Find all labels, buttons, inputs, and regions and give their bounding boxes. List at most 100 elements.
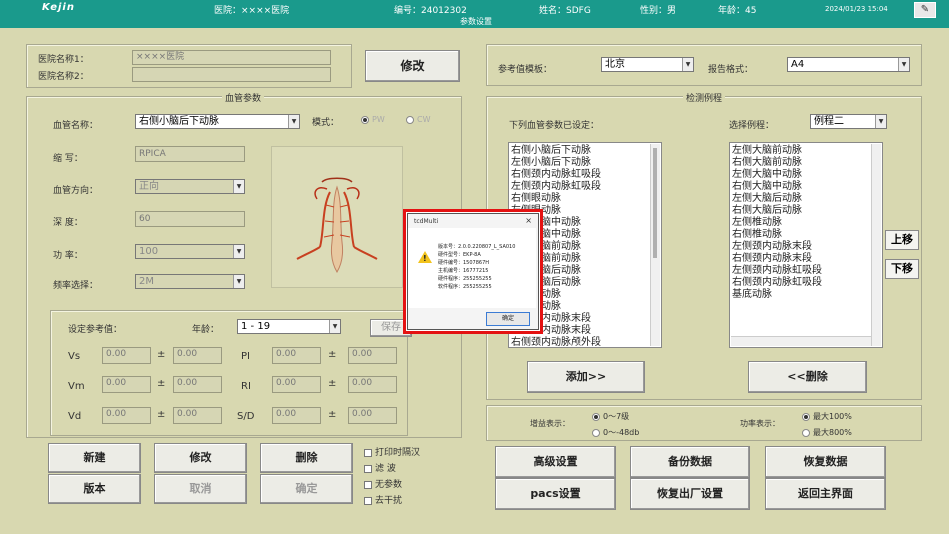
vd-max-field[interactable]: 0.00 <box>173 407 222 424</box>
mode-pw-radio[interactable]: PW <box>361 115 385 124</box>
list-item[interactable]: 左侧大脑前动脉 <box>732 145 882 157</box>
list-item[interactable]: 左侧颈内动脉末段 <box>732 241 882 253</box>
gain-level-radio[interactable]: 0～7级 <box>592 411 629 422</box>
save-button[interactable]: 保存 <box>370 319 412 337</box>
filter-checkbox[interactable]: 滤 波 <box>364 461 396 474</box>
add-button[interactable]: 添加>> <box>527 361 645 393</box>
vessel-params-legend: 血管参数 <box>222 91 265 104</box>
list-scrollbar[interactable] <box>871 144 881 346</box>
list-item[interactable]: 左侧大脑中动脉 <box>732 169 882 181</box>
vs-min-field[interactable]: 0.00 <box>102 347 151 364</box>
list-scrollbar[interactable] <box>650 144 660 346</box>
close-icon[interactable]: × <box>525 216 532 225</box>
hospital-name2-field[interactable] <box>132 67 331 82</box>
new-button[interactable]: 新建 <box>48 443 141 473</box>
factory-reset-button[interactable]: 恢复出厂设置 <box>630 478 750 510</box>
routine-select[interactable]: 例程二 ▼ <box>810 114 887 129</box>
remove-button[interactable]: <<删除 <box>748 361 867 393</box>
choose-routine-label: 选择例程： <box>729 121 775 131</box>
no-params-checkbox[interactable]: 无参数 <box>364 477 402 490</box>
dialog-line: 硬件型号：EKP-8A <box>438 252 481 258</box>
checkbox-label: 打印时隔汉 <box>375 448 421 458</box>
dialog-line: 主机编号：16777215 <box>438 268 489 274</box>
ri-min-field[interactable]: 0.00 <box>272 376 321 393</box>
cancel-button[interactable]: 取消 <box>154 474 247 504</box>
hospital-name1-field[interactable]: ××××医院 <box>132 50 331 65</box>
confirm-button[interactable]: 确定 <box>260 474 353 504</box>
delete-button[interactable]: 删除 <box>260 443 353 473</box>
depth-field: 60 <box>135 211 245 227</box>
gain-db-radio[interactable]: 0～-48db <box>592 427 639 438</box>
modify-button[interactable]: 修改 <box>154 443 247 473</box>
report-format-label: 报告格式： <box>708 65 754 75</box>
list-item[interactable]: 左侧颈内动脉虹吸段 <box>732 265 882 277</box>
freq-select[interactable]: 2M ▼ <box>135 274 245 289</box>
hospital-modify-button[interactable]: 修改 <box>365 50 460 82</box>
back-to-main-button[interactable]: 返回主界面 <box>765 478 886 510</box>
direction-select[interactable]: 正向 ▼ <box>135 179 245 194</box>
age-select[interactable]: 1 - 19 ▼ <box>237 319 341 334</box>
power-select[interactable]: 100 ▼ <box>135 244 245 259</box>
dialog-ok-button[interactable]: 确定 <box>486 312 530 326</box>
list-item[interactable]: 右侧颈内动脉颅外段 <box>511 337 661 347</box>
list-item[interactable]: 右侧小脑后下动脉 <box>511 145 661 157</box>
vm-max-field[interactable]: 0.00 <box>173 376 222 393</box>
routine-list[interactable]: 左侧大脑前动脉 右侧大脑前动脉 左侧大脑中动脉 右侧大脑中动脉 左侧大脑后动脉 … <box>729 142 883 348</box>
chevron-down-icon: ▼ <box>288 115 299 128</box>
horizontal-scrollbar[interactable] <box>731 336 871 346</box>
list-item[interactable]: 右侧大脑中动脉 <box>732 181 882 193</box>
print-checkbox[interactable]: 打印时隔汉 <box>364 445 420 458</box>
denoise-checkbox[interactable]: 去干扰 <box>364 493 402 506</box>
list-item[interactable]: 右侧大脑后动脉 <box>732 205 882 217</box>
vessel-name-select[interactable]: 右侧小脑后下动脉 ▼ <box>135 114 300 129</box>
power-800-radio[interactable]: 最大800% <box>802 427 852 438</box>
list-item[interactable]: 右侧椎动脉 <box>732 229 882 241</box>
list-item[interactable]: 右侧颈内动脉虹吸段 <box>732 277 882 289</box>
power-100-label: 最大100% <box>813 412 852 421</box>
brush-icon[interactable]: ✎ <box>914 2 936 18</box>
sd-max-field[interactable]: 0.00 <box>348 407 397 424</box>
restore-data-button[interactable]: 恢复数据 <box>765 446 886 478</box>
plus-minus-sign: ± <box>328 349 337 360</box>
list-item[interactable]: 左侧颈内动脉虹吸段 <box>511 181 661 193</box>
warning-icon-mark: ! <box>423 254 427 263</box>
backup-data-button[interactable]: 备份数据 <box>630 446 750 478</box>
direction-label: 血管方向： <box>53 186 99 196</box>
pacs-settings-button[interactable]: pacs设置 <box>495 478 616 510</box>
dialog-line: 软件程序：255255255 <box>438 284 492 290</box>
pi-max-field[interactable]: 0.00 <box>348 347 397 364</box>
list-item[interactable]: 右侧大脑前动脉 <box>732 157 882 169</box>
move-up-button[interactable]: 上移 <box>885 230 919 250</box>
vm-min-field[interactable]: 0.00 <box>102 376 151 393</box>
list-item[interactable]: 右侧眼动脉 <box>511 193 661 205</box>
vs-max-field[interactable]: 0.00 <box>173 347 222 364</box>
template-label: 参考值模板： <box>498 65 553 75</box>
pi-min-field[interactable]: 0.00 <box>272 347 321 364</box>
power-100-radio[interactable]: 最大100% <box>802 411 852 422</box>
ri-max-field[interactable]: 0.00 <box>348 376 397 393</box>
report-format-select[interactable]: A4 ▼ <box>787 57 910 72</box>
list-item[interactable]: 左侧小脑后下动脉 <box>511 157 661 169</box>
pi-label: PI <box>241 351 250 362</box>
sd-min-field[interactable]: 0.00 <box>272 407 321 424</box>
power-display-label: 功率表示： <box>740 419 780 428</box>
report-format-value: A4 <box>791 59 805 70</box>
list-item[interactable]: 左侧椎动脉 <box>732 217 882 229</box>
hospital-name1-label: 医院名称1： <box>38 55 89 65</box>
scrollbar-thumb[interactable] <box>653 148 657 258</box>
hospital-info: 医院：××××医院 <box>214 6 290 16</box>
list-item[interactable]: 右侧颈内动脉虹吸段 <box>511 169 661 181</box>
move-down-button[interactable]: 下移 <box>885 259 919 279</box>
mode-cw-radio[interactable]: CW <box>406 115 431 124</box>
version-button[interactable]: 版本 <box>48 474 141 504</box>
vd-min-field[interactable]: 0.00 <box>102 407 151 424</box>
advanced-settings-button[interactable]: 高级设置 <box>495 446 616 478</box>
vessel-name-label: 血管名称： <box>53 121 99 131</box>
plus-minus-sign: ± <box>328 409 337 420</box>
template-select[interactable]: 北京 ▼ <box>601 57 694 72</box>
radio-dot <box>361 115 369 124</box>
plus-minus-sign: ± <box>328 378 337 389</box>
list-item[interactable]: 基底动脉 <box>732 289 882 301</box>
list-item[interactable]: 右侧颈内动脉末段 <box>732 253 882 265</box>
list-item[interactable]: 左侧大脑后动脉 <box>732 193 882 205</box>
